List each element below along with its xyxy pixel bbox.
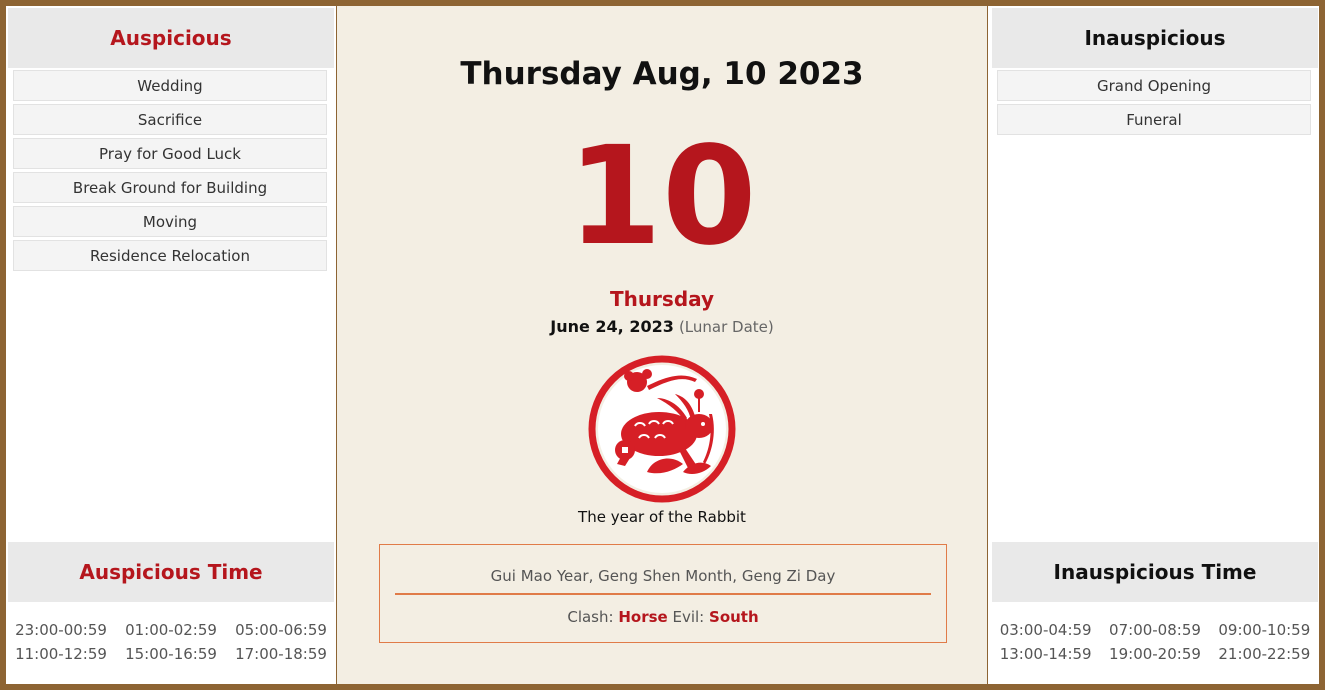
auspicious-item[interactable]: Residence Relocation bbox=[13, 240, 327, 271]
weekday: Thursday bbox=[609, 287, 715, 311]
evil-label: Evil: bbox=[672, 608, 705, 626]
inauspicious-time-grid: 03:00-04:59 07:00-08:59 09:00-10:59 13:0… bbox=[991, 621, 1319, 663]
auspicious-item[interactable]: Wedding bbox=[13, 70, 327, 101]
time-slot: 13:00-14:59 bbox=[999, 645, 1092, 663]
auspicious-header: Auspicious bbox=[8, 8, 334, 68]
ganzhi-text: Gui Mao Year, Geng Shen Month, Geng Zi D… bbox=[490, 567, 836, 585]
time-slot: 11:00-12:59 bbox=[15, 645, 107, 663]
clash-label: Clash: bbox=[567, 608, 614, 626]
inauspicious-header: Inauspicious bbox=[992, 8, 1318, 68]
auspicious-time-header: Auspicious Time bbox=[8, 542, 334, 602]
day-number: 10 bbox=[567, 118, 757, 276]
auspicious-time-grid: 23:00-00:59 01:00-02:59 05:00-06:59 11:0… bbox=[6, 621, 336, 663]
lunar-date-line: June 24, 2023 (Lunar Date) bbox=[337, 317, 987, 336]
inauspicious-item[interactable]: Funeral bbox=[997, 104, 1311, 135]
clash-value: Horse bbox=[618, 608, 668, 626]
inauspicious-time-header: Inauspicious Time bbox=[992, 542, 1318, 602]
time-slot: 01:00-02:59 bbox=[125, 621, 217, 639]
divider bbox=[395, 593, 931, 595]
time-slot: 19:00-20:59 bbox=[1109, 645, 1201, 663]
date-title: Thursday Aug, 10 2023 bbox=[460, 56, 864, 92]
auspicious-item[interactable]: Break Ground for Building bbox=[13, 172, 327, 203]
time-slot: 15:00-16:59 bbox=[125, 645, 217, 663]
time-slot: 09:00-10:59 bbox=[1218, 621, 1311, 639]
rabbit-papercut-icon bbox=[588, 355, 736, 503]
auspicious-column: Auspicious Wedding Sacrifice Pray for Go… bbox=[6, 6, 336, 684]
lunar-date: June 24, 2023 bbox=[550, 317, 674, 336]
time-slot: 03:00-04:59 bbox=[999, 621, 1092, 639]
time-slot: 21:00-22:59 bbox=[1218, 645, 1311, 663]
inauspicious-item[interactable]: Grand Opening bbox=[997, 70, 1311, 101]
time-slot: 05:00-06:59 bbox=[235, 621, 327, 639]
evil-value: South bbox=[709, 608, 759, 626]
lunar-date-note: (Lunar Date) bbox=[678, 318, 774, 336]
auspicious-item[interactable]: Sacrifice bbox=[13, 104, 327, 135]
zodiac-caption: The year of the Rabbit bbox=[578, 508, 746, 526]
ganzhi-info-box: Gui Mao Year, Geng Shen Month, Geng Zi D… bbox=[379, 544, 947, 643]
clash-evil-line: Clash: Horse Evil: South bbox=[380, 608, 946, 626]
inauspicious-column: Inauspicious Grand Opening Funeral Inaus… bbox=[991, 6, 1319, 684]
auspicious-item[interactable]: Pray for Good Luck bbox=[13, 138, 327, 169]
auspicious-item[interactable]: Moving bbox=[13, 206, 327, 237]
date-column: Thursday Aug, 10 2023 10 Thursday June 2… bbox=[336, 6, 988, 684]
calendar-page: Auspicious Wedding Sacrifice Pray for Go… bbox=[6, 6, 1319, 684]
time-slot: 23:00-00:59 bbox=[15, 621, 107, 639]
time-slot: 07:00-08:59 bbox=[1109, 621, 1201, 639]
time-slot: 17:00-18:59 bbox=[235, 645, 327, 663]
